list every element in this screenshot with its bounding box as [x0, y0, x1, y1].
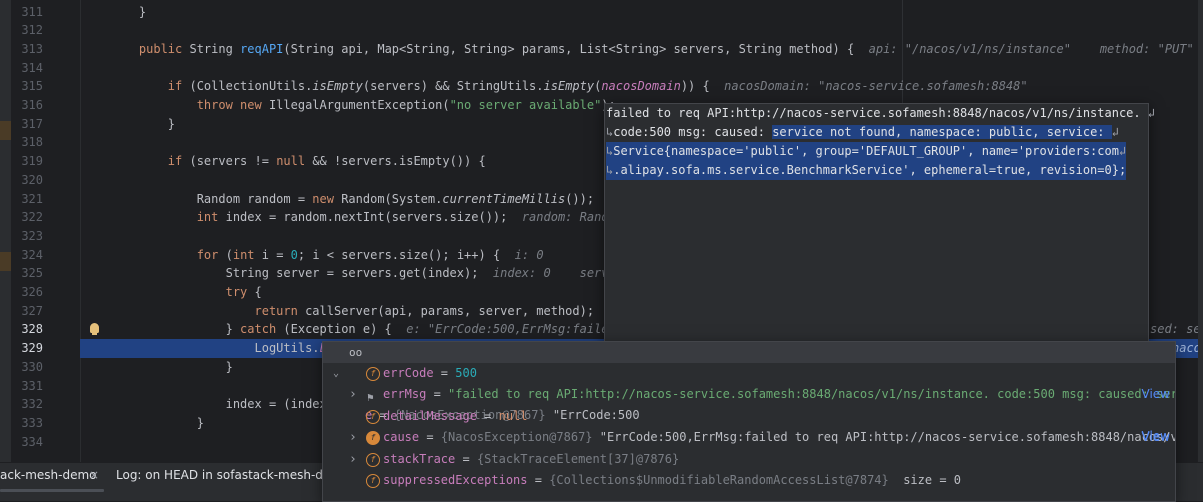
tab-git-log[interactable]: Log: on HEAD in sofastack-mesh-de	[116, 463, 330, 487]
var-name: cause	[383, 430, 420, 445]
line-number: 313	[21, 41, 43, 56]
tree-row-suppressed-exceptions[interactable]: f suppressedExceptions = {Collections$Unm…	[323, 470, 1175, 491]
popup-line-1: failed to req API:http://nacos-service.s…	[606, 106, 1156, 120]
view-link[interactable]: View	[1142, 427, 1170, 448]
line-number: 334	[21, 434, 43, 449]
code-text: int index = random.nextInt(servers.size(…	[196, 210, 660, 225]
code-text: String server = servers.get(index); inde…	[225, 266, 660, 281]
tree-row-err-code[interactable]: f errCode = 500	[323, 363, 1175, 384]
line-number: 331	[21, 378, 43, 393]
code-line[interactable]: 312	[0, 21, 1203, 40]
code-text: public String reqAPI(String api, Map<Str…	[138, 41, 1194, 56]
code-text: }	[167, 116, 176, 131]
var-value: size = 0	[888, 473, 961, 487]
line-number: 320	[21, 172, 43, 187]
expand-arrow-icon[interactable]: ›	[349, 449, 359, 470]
line-number: 323	[21, 228, 43, 243]
watch-glasses-icon: oo	[349, 346, 363, 359]
field-icon: f	[366, 367, 380, 381]
var-name: errMsg	[383, 387, 427, 402]
line-number: 325	[21, 266, 43, 281]
var-value: 500	[455, 366, 477, 380]
var-value: "failed to req API:http://nacos-service.…	[448, 387, 1176, 402]
code-line[interactable]: 313 public String reqAPI(String api, Map…	[0, 40, 1203, 59]
popup-line-3: ↳Service{namespace='public', group='DEFA…	[606, 142, 1127, 161]
line-number: 324	[21, 247, 43, 262]
code-text: if (CollectionUtils.isEmpty(servers) && …	[167, 79, 1028, 94]
field-icon: f	[366, 431, 380, 446]
line-number: 312	[21, 23, 43, 38]
tab-terminal[interactable]: ack-mesh-demo	[0, 463, 97, 487]
expand-arrow-icon[interactable]: ›	[349, 384, 359, 405]
field-icon: f	[366, 452, 380, 467]
code-text: }	[138, 4, 147, 19]
field-icon: f	[366, 474, 380, 488]
code-text: Random random = new Random(System.curren…	[196, 191, 659, 206]
line-number: 321	[21, 191, 43, 206]
line-number: 329	[21, 341, 43, 356]
line-number: 311	[21, 4, 43, 19]
view-link[interactable]: View	[1142, 384, 1170, 405]
var-name: detailMessage	[383, 408, 477, 423]
code-text: try {	[225, 285, 262, 299]
code-text: if (servers != null && !servers.isEmpty(…	[167, 154, 486, 169]
line-number: 330	[21, 359, 43, 374]
editor-scrollbar[interactable]	[1198, 0, 1203, 462]
line-number: 315	[21, 79, 43, 94]
var-value: "ErrCode:500,ErrMsg:failed to req API:ht…	[599, 430, 1175, 445]
var-name: errCode	[383, 366, 434, 380]
line-number: 317	[21, 116, 43, 131]
var-name: stackTrace	[383, 451, 456, 466]
code-text: for (int i = 0; i < servers.size(); i++)…	[196, 247, 544, 262]
code-text: }	[196, 415, 204, 430]
code-line[interactable]: 314	[0, 59, 1203, 78]
variables-tree-popup[interactable]: ⌄ oo e = {NacosException@7867} "ErrCode:…	[322, 341, 1176, 502]
code-text: throw new IllegalArgumentException("no s…	[196, 98, 616, 112]
code-text: }	[225, 359, 233, 374]
code-line[interactable]: 311 }	[0, 3, 1203, 22]
code-line[interactable]: 315 if (CollectionUtils.isEmpty(servers)…	[0, 77, 1203, 96]
line-number: 326	[21, 285, 43, 299]
lightbulb-icon[interactable]	[90, 323, 99, 336]
code-text: return callServer(api, params, server, m…	[254, 303, 660, 318]
tree-root-e[interactable]: ⌄ oo e = {NacosException@7867} "ErrCode:…	[323, 342, 1175, 443]
line-number: 319	[21, 154, 43, 169]
tree-row-err-msg[interactable]: › ⚑ errMsg = "failed to req API:http://nac…	[323, 384, 1175, 405]
active-tab-indicator	[0, 489, 104, 492]
close-icon[interactable]: ×	[89, 463, 99, 487]
expand-arrow-icon[interactable]: ›	[349, 427, 359, 448]
line-number: 327	[21, 303, 43, 318]
inline-hint-fragment: sed: ser	[1150, 322, 1203, 337]
tree-row-cause[interactable]: › f cause = {NacosException@7867} "ErrCode…	[323, 427, 1175, 448]
line-number: 333	[21, 415, 43, 430]
line-number: 332	[21, 397, 43, 412]
line-number: 316	[21, 98, 43, 112]
line-number: 318	[21, 135, 43, 150]
var-value: null	[498, 408, 528, 423]
popup-line-4: ↳.alipay.sofa.ms.service.BenchmarkServic…	[606, 161, 1127, 180]
line-number: 328	[21, 322, 43, 337]
code-text: } catch (Exception e) { e: "ErrCode:500,…	[225, 322, 660, 337]
popup-line-2: ↳code:500 msg: caused: service not found…	[606, 125, 1119, 139]
tree-row-detail-message[interactable]: f detailMessage = null	[323, 406, 1175, 427]
line-number: 322	[21, 210, 43, 225]
field-icon: f	[366, 409, 380, 424]
var-name: suppressedExceptions	[383, 473, 528, 487]
line-number: 314	[21, 60, 43, 75]
tree-row-stack-trace[interactable]: › f stackTrace = {StackTraceElement[37]@78…	[323, 449, 1175, 470]
